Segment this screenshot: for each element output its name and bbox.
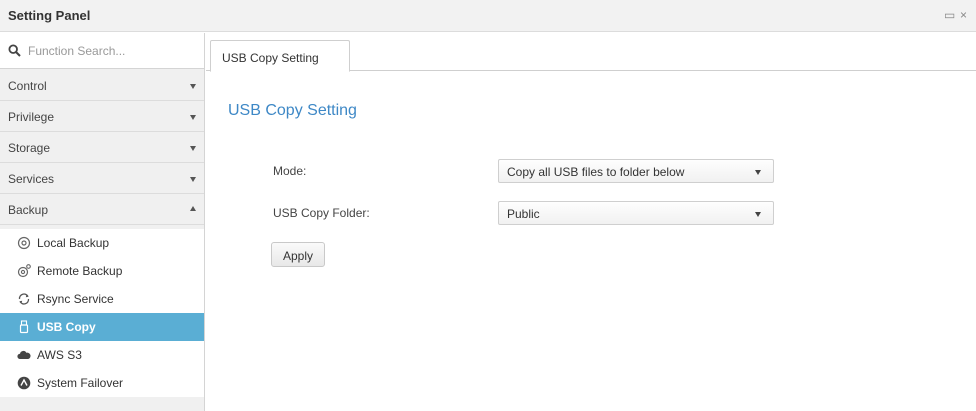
function-search bbox=[0, 33, 204, 69]
local-backup-icon bbox=[17, 236, 31, 250]
mode-label: Mode: bbox=[273, 164, 307, 178]
folder-select-value: Public bbox=[507, 207, 540, 221]
apply-button[interactable]: Apply bbox=[271, 242, 325, 267]
category-label: Services bbox=[8, 172, 55, 186]
category-label: Storage bbox=[8, 141, 51, 155]
chevron-down-icon bbox=[190, 84, 196, 89]
chevron-down-icon bbox=[190, 177, 196, 182]
sidebar-item-remote-backup[interactable]: Remote Backup bbox=[0, 257, 204, 285]
search-input[interactable] bbox=[28, 39, 196, 63]
search-icon bbox=[8, 44, 21, 57]
tab-strip: USB Copy Setting bbox=[206, 33, 976, 72]
restore-icon[interactable]: ▭ bbox=[944, 8, 955, 22]
settings-content: USB Copy Setting Mode: Copy all USB file… bbox=[206, 72, 976, 411]
chevron-down-icon bbox=[755, 170, 761, 175]
rsync-icon bbox=[18, 293, 30, 305]
sidebar-category-privilege[interactable]: Privilege bbox=[0, 101, 204, 132]
chevron-up-icon bbox=[190, 206, 196, 211]
sidebar-item-aws-s3[interactable]: AWS S3 bbox=[0, 341, 204, 369]
title-bar: Setting Panel ▭ × bbox=[0, 0, 976, 32]
window-title: Setting Panel bbox=[8, 8, 91, 23]
close-icon[interactable]: × bbox=[960, 8, 967, 22]
sidebar-category-control[interactable]: Control bbox=[0, 70, 204, 101]
sidebar-item-label: Local Backup bbox=[37, 236, 110, 250]
tab-label: USB Copy Setting bbox=[222, 51, 319, 65]
sidebar-category-storage[interactable]: Storage bbox=[0, 132, 204, 163]
usb-copy-folder-select[interactable]: Public bbox=[498, 201, 774, 225]
sidebar: Control Privilege Storage Services Backu… bbox=[0, 33, 205, 411]
sidebar-item-label: Rsync Service bbox=[37, 292, 114, 306]
chevron-down-icon bbox=[190, 115, 196, 120]
mode-select-value: Copy all USB files to folder below bbox=[507, 165, 685, 179]
usb-icon bbox=[19, 320, 29, 334]
remote-backup-icon bbox=[17, 264, 31, 278]
sidebar-item-system-failover[interactable]: System Failover bbox=[0, 369, 204, 397]
mode-select[interactable]: Copy all USB files to folder below bbox=[498, 159, 774, 183]
sidebar-item-label: System Failover bbox=[37, 376, 124, 390]
apply-button-label: Apply bbox=[282, 249, 314, 263]
chevron-down-icon bbox=[190, 146, 196, 151]
category-label: Control bbox=[8, 79, 47, 93]
sidebar-item-label: USB Copy bbox=[37, 320, 96, 334]
failover-icon bbox=[17, 376, 31, 390]
page-title: USB Copy Setting bbox=[228, 102, 357, 119]
chevron-down-icon bbox=[755, 212, 761, 217]
cloud-icon bbox=[17, 350, 31, 359]
category-label: Backup bbox=[8, 203, 49, 217]
sidebar-item-label: Remote Backup bbox=[37, 264, 123, 278]
sidebar-item-usb-copy[interactable]: USB Copy bbox=[0, 313, 204, 341]
category-label: Privilege bbox=[8, 110, 55, 124]
usb-copy-folder-label: USB Copy Folder: bbox=[273, 206, 370, 220]
sidebar-item-rsync-service[interactable]: Rsync Service bbox=[0, 285, 204, 313]
sidebar-category-backup[interactable]: Backup bbox=[0, 194, 204, 225]
sidebar-item-label: AWS S3 bbox=[37, 348, 82, 362]
sidebar-category-services[interactable]: Services bbox=[0, 163, 204, 194]
tab-usb-copy-setting[interactable]: USB Copy Setting bbox=[210, 40, 350, 72]
sidebar-item-local-backup[interactable]: Local Backup bbox=[0, 229, 204, 257]
